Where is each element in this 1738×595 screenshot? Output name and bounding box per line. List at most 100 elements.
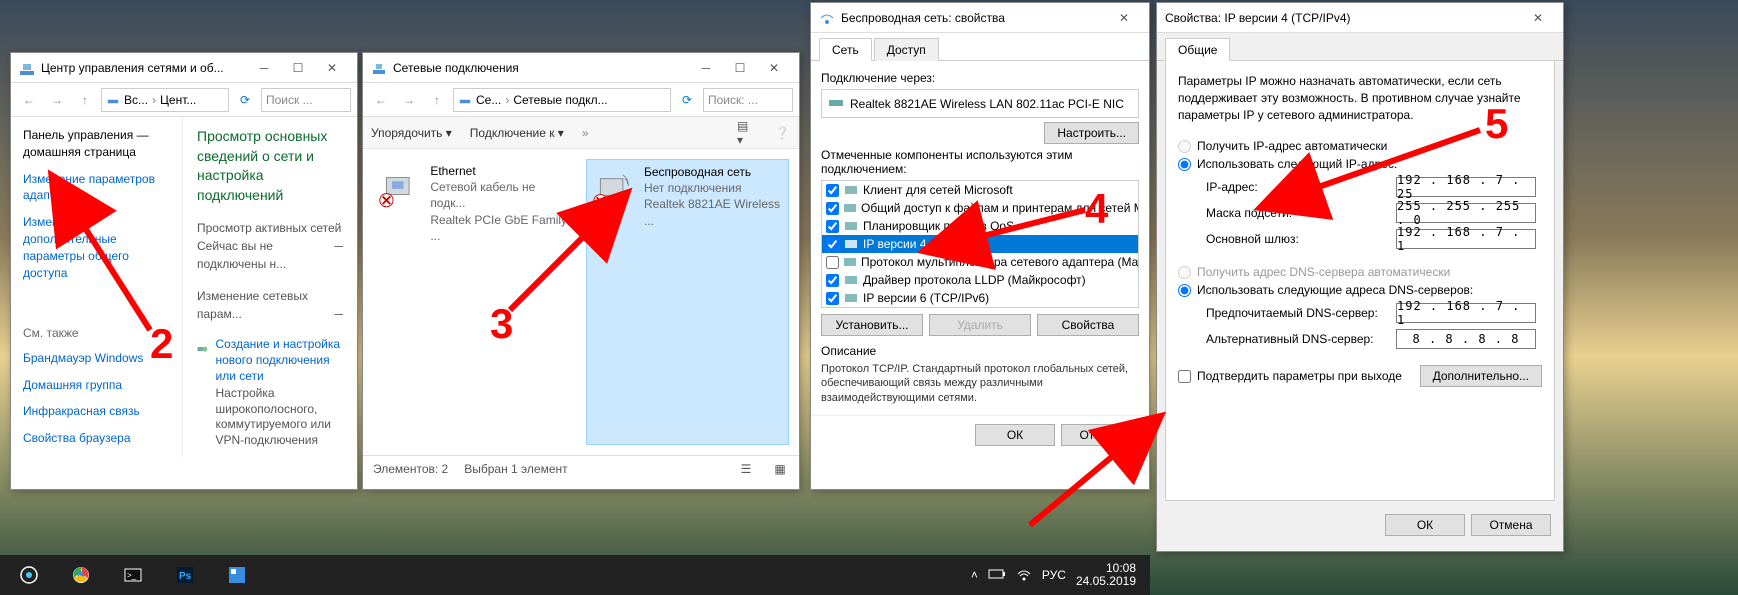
up-button[interactable]: ↑ xyxy=(73,88,97,112)
nic-icon xyxy=(828,94,844,113)
network-center-window: Центр управления сетями и об... ─ ☐ ✕ ← … xyxy=(10,52,358,490)
svg-text:>_: >_ xyxy=(127,571,137,580)
wifi-status: Нет подключения xyxy=(644,181,742,195)
new-connection-link[interactable]: Создание и настройка нового подключения … xyxy=(216,337,344,384)
up-button[interactable]: ↑ xyxy=(425,88,449,112)
app-taskbar-icon[interactable] xyxy=(214,557,260,593)
component-checkbox[interactable] xyxy=(826,184,839,197)
ip-address-input[interactable]: 192 . 168 . 7 . 25 xyxy=(1396,177,1536,197)
item-count: Элементов: 2 xyxy=(373,462,448,476)
validate-checkbox[interactable] xyxy=(1178,370,1191,383)
component-label: Протокол мультиплексора сетевого адаптер… xyxy=(861,255,1139,269)
properties-button[interactable]: Свойства xyxy=(1037,314,1139,336)
back-button[interactable]: ← xyxy=(369,88,393,112)
change-sharing-link[interactable]: Изменить дополнительные параметры общего… xyxy=(23,214,170,281)
close-button[interactable]: ✕ xyxy=(315,56,349,80)
view-dropdown[interactable]: ▤ ▾ xyxy=(737,124,755,142)
no-networks-text: Сейчас вы не подключены н... xyxy=(197,239,286,271)
breadcrumb[interactable]: Се... › Сетевые подкл... xyxy=(453,88,671,112)
component-checkbox[interactable] xyxy=(826,220,839,233)
language-indicator[interactable]: РУС xyxy=(1042,568,1066,582)
component-checkbox[interactable] xyxy=(826,274,839,287)
tab-network[interactable]: Сеть xyxy=(819,38,872,61)
tab-general[interactable]: Общие xyxy=(1165,38,1230,61)
window-title: Беспроводная сеть: свойства xyxy=(841,11,1107,25)
minimize-button[interactable]: ─ xyxy=(689,56,723,80)
forward-button[interactable]: → xyxy=(397,88,421,112)
organize-menu[interactable]: Упорядочить ▾ xyxy=(371,126,452,140)
ok-button[interactable]: ОК xyxy=(1385,514,1465,536)
subnet-mask-input[interactable]: 255 . 255 . 255 . 0 xyxy=(1396,203,1536,223)
component-item[interactable]: IP версии 6 (TCP/IPv6) xyxy=(822,289,1138,307)
device-name-box: Realtek 8821AE Wireless LAN 802.11ac PCI… xyxy=(821,89,1139,118)
refresh-button[interactable]: ⟳ xyxy=(233,88,257,112)
firewall-link[interactable]: Брандмауэр Windows xyxy=(23,350,170,367)
help-button[interactable]: ❔ xyxy=(773,124,791,142)
wifi-tray-icon[interactable] xyxy=(1016,566,1032,585)
photoshop-taskbar-icon[interactable]: Ps xyxy=(162,557,208,593)
ok-button[interactable]: ОК xyxy=(975,424,1055,446)
forward-button[interactable]: → xyxy=(45,88,69,112)
close-button[interactable]: ✕ xyxy=(757,56,791,80)
details-view-button[interactable]: ☰ xyxy=(737,460,755,478)
icons-view-button[interactable]: ▦ xyxy=(771,460,789,478)
connections-list: Ethernet Сетевой кабель не подк... Realt… xyxy=(363,149,799,455)
titlebar: Беспроводная сеть: свойства ✕ xyxy=(811,3,1149,33)
advanced-button[interactable]: Дополнительно... xyxy=(1420,365,1542,387)
gateway-input[interactable]: 192 . 168 . 7 . 1 xyxy=(1396,229,1536,249)
search-input[interactable]: Поиск ... xyxy=(261,88,351,112)
maximize-button[interactable]: ☐ xyxy=(281,56,315,80)
device-name: Realtek 8821AE Wireless LAN 802.11ac PCI… xyxy=(850,97,1124,111)
dns1-input[interactable]: 192 . 168 . 7 . 1 xyxy=(1396,303,1536,323)
internet-options-link[interactable]: Свойства браузера xyxy=(23,430,170,447)
close-button[interactable]: ✕ xyxy=(1521,6,1555,30)
dns2-input[interactable]: 8 . 8 . 8 . 8 xyxy=(1396,329,1536,349)
component-item[interactable]: Протокол мультиплексора сетевого адаптер… xyxy=(822,253,1138,271)
wifi-icon xyxy=(591,164,636,212)
network-connections-window: Сетевые подключения ─ ☐ ✕ ← → ↑ Се... › … xyxy=(362,52,800,490)
component-item[interactable]: Драйвер протокола LLDP (Майкрософт) xyxy=(822,271,1138,289)
start-button[interactable] xyxy=(6,557,52,593)
annotation-5: 5 xyxy=(1485,100,1508,148)
configure-button[interactable]: Настроить... xyxy=(1044,122,1139,144)
maximize-button[interactable]: ☐ xyxy=(723,56,757,80)
chrome-taskbar-icon[interactable] xyxy=(58,557,104,593)
back-button[interactable]: ← xyxy=(17,88,41,112)
change-adapter-link[interactable]: Изменение параметров адаптера xyxy=(23,171,170,205)
wifi-item[interactable]: Беспроводная сеть Нет подключения Realte… xyxy=(586,159,789,445)
close-button[interactable]: ✕ xyxy=(1107,6,1141,30)
cancel-button[interactable]: Отмена xyxy=(1471,514,1551,536)
component-icon xyxy=(843,200,857,216)
component-checkbox[interactable] xyxy=(826,292,839,305)
homegroup-link[interactable]: Домашняя группа xyxy=(23,377,170,394)
component-checkbox[interactable] xyxy=(826,202,839,215)
component-checkbox[interactable] xyxy=(826,238,839,251)
ethernet-item[interactable]: Ethernet Сетевой кабель не подк... Realt… xyxy=(373,159,576,445)
component-label: IP версии 4 (TCP/IPv4) xyxy=(863,237,989,251)
battery-icon[interactable] xyxy=(988,568,1006,583)
manual-dns-radio[interactable]: Использовать следующие адреса DNS-сервер… xyxy=(1178,283,1542,297)
component-checkbox[interactable] xyxy=(826,256,839,269)
clock[interactable]: 10:08 24.05.2019 xyxy=(1076,562,1136,588)
minimize-button[interactable]: ─ xyxy=(247,56,281,80)
new-connection-task[interactable]: Создание и настройка нового подключения … xyxy=(197,337,343,448)
component-icon xyxy=(843,218,859,234)
component-icon xyxy=(843,182,859,198)
component-item[interactable]: IP версии 4 (TCP/IPv4) xyxy=(822,235,1138,253)
install-button[interactable]: Установить... xyxy=(821,314,923,336)
auto-dns-radio: Получить адрес DNS-сервера автоматически xyxy=(1178,265,1542,279)
terminal-taskbar-icon[interactable]: >_ xyxy=(110,557,156,593)
status-bar: Элементов: 2 Выбран 1 элемент ☰ ▦ xyxy=(363,455,799,481)
manual-ip-radio[interactable]: Использовать следующий IP-адрес: xyxy=(1178,157,1542,171)
connect-to-menu[interactable]: Подключение к ▾ xyxy=(470,126,564,140)
breadcrumb[interactable]: Вс... › Цент... xyxy=(101,88,229,112)
search-input[interactable]: Поиск: ... xyxy=(703,88,793,112)
refresh-button[interactable]: ⟳ xyxy=(675,88,699,112)
irda-link[interactable]: Инфракрасная связь xyxy=(23,403,170,420)
control-panel-home[interactable]: Панель управления — домашняя страница xyxy=(23,127,170,161)
annotation-3: 3 xyxy=(490,300,513,348)
tab-access[interactable]: Доступ xyxy=(874,38,939,61)
tray-expand-icon[interactable]: ˄ xyxy=(971,568,978,582)
new-connection-icon xyxy=(197,337,208,363)
active-networks-label: Просмотр активных сетей xyxy=(197,221,341,235)
